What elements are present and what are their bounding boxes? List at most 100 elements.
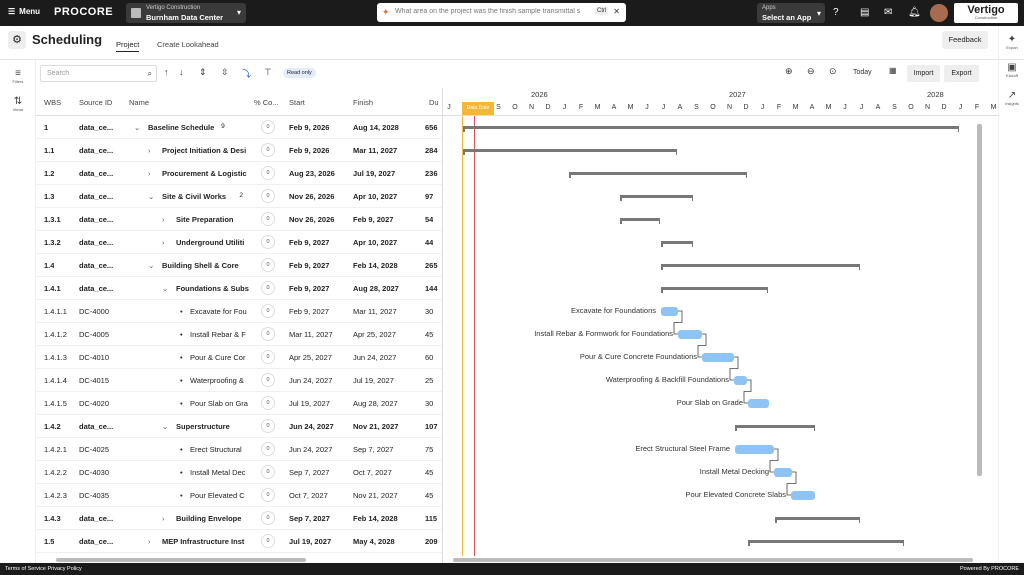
chevron-right-icon[interactable]: › (148, 169, 151, 178)
project-selector[interactable]: Vertigo Construction Burnham Data Center… (126, 3, 246, 23)
zoom-out-icon[interactable]: ⊖ (807, 66, 815, 77)
export-button[interactable]: Export (944, 65, 979, 82)
summary-bar[interactable] (569, 172, 747, 178)
col-source-id[interactable]: Source ID (79, 98, 112, 107)
task-bar[interactable] (661, 307, 678, 316)
gear-icon[interactable]: ⚙ (8, 31, 26, 49)
zoom-fit-icon[interactable]: ⊙ (829, 66, 837, 77)
dependencies-icon[interactable]: ⤵ (242, 67, 251, 80)
table-row[interactable]: 1.4.3 data_ce... › Building Envelope 0 Sep 7,… (36, 507, 442, 530)
task-bar[interactable] (735, 445, 774, 454)
chevron-right-icon[interactable]: › (162, 238, 165, 247)
table-row[interactable]: 1.5 data_ce... › MEP Infrastructure Inst 0 Ju… (36, 530, 442, 553)
col-wbs[interactable]: WBS (44, 98, 61, 107)
col-name[interactable]: Name (129, 98, 149, 107)
chevron-down-icon[interactable]: ⌄ (162, 422, 168, 431)
table-row[interactable]: 1.3.2 data_ce... › Underground Utiliti 0 Feb … (36, 231, 442, 254)
task-bar[interactable] (774, 468, 792, 477)
chevron-right-icon[interactable]: › (162, 215, 165, 224)
summary-bar[interactable] (735, 425, 815, 431)
table-row[interactable]: 1.4.1.5 DC-4020 • Pour Slab on Gra 0 Jul 19, … (36, 392, 442, 415)
table-row[interactable]: 1.2 data_ce... › Procurement & Logistic 0 Aug… (36, 162, 442, 185)
table-row[interactable]: 1.4.1.1 DC-4000 • Excavate for Fou 0 Feb 9, 2… (36, 300, 442, 323)
table-row[interactable]: 1.4.1.3 DC-4010 • Pour & Cure Cor 0 Apr 25, 2… (36, 346, 442, 369)
messages-icon[interactable]: ✉ (884, 7, 892, 18)
summary-bar[interactable] (748, 540, 904, 546)
task-bar[interactable] (678, 330, 702, 339)
task-bar[interactable] (748, 399, 769, 408)
summary-bar[interactable] (620, 218, 660, 224)
summary-bar[interactable] (463, 126, 959, 132)
today-button[interactable]: Today (853, 69, 872, 76)
col-start[interactable]: Start (289, 98, 305, 107)
arrow-up-icon[interactable]: ↑ (164, 67, 169, 77)
tab-project[interactable]: Project (116, 40, 140, 52)
chevron-down-icon[interactable]: ⌄ (148, 192, 154, 201)
tab-create-lookahead[interactable]: Create Lookahead (157, 40, 219, 49)
chevron-right-icon[interactable]: › (148, 146, 151, 155)
search-input[interactable]: Search ⌕ (40, 65, 157, 82)
vertical-scrollbar[interactable] (977, 124, 982, 476)
col-percent-complete[interactable]: % Co... (254, 98, 279, 107)
summary-bar[interactable] (620, 195, 693, 201)
summary-bar[interactable] (661, 287, 768, 293)
help-icon[interactable]: ? (833, 7, 839, 18)
global-search[interactable]: ✦ What area on the project was the finis… (377, 3, 626, 22)
table-row[interactable]: 1.4.2.3 DC-4035 • Pour Elevated C 0 Oct 7, 20… (36, 484, 442, 507)
task-bar[interactable] (791, 491, 815, 500)
kickoff-button[interactable]: ▣ Kickoff (1001, 62, 1023, 78)
arrow-down-icon[interactable]: ↓ (179, 67, 184, 77)
insights-button[interactable]: ↗ Insights (1001, 90, 1023, 106)
page-header: ⚙ Scheduling Project Create Lookahead Fe… (0, 26, 1024, 60)
chevron-right-icon[interactable]: › (162, 514, 165, 523)
table-row[interactable]: 1.4.2 data_ce... ⌄ Superstructure 0 Jun 24, 2… (36, 415, 442, 438)
procore-logo[interactable]: PROCORE (54, 6, 113, 18)
menu-button[interactable]: ☰ Menu (8, 7, 40, 16)
summary-bar[interactable] (661, 264, 860, 270)
chevron-down-icon[interactable]: ⌄ (148, 261, 154, 270)
table-row[interactable]: 1.4.2.2 DC-4030 • Install Metal Dec 0 Sep 7, … (36, 461, 442, 484)
views-button[interactable]: ⇅ Views (6, 96, 30, 112)
table-row[interactable]: 1.4.2.1 DC-4025 • Erect Structural 0 Jun 24, … (36, 438, 442, 461)
table-row[interactable]: 1.4.1.2 DC-4005 • Install Rebar & F 0 Mar 11,… (36, 323, 442, 346)
task-bar-label: Erect Structural Steel Frame (635, 444, 730, 453)
export-panel-button[interactable]: ✦ Export (1001, 34, 1023, 50)
filters-button[interactable]: ≡ Filters (6, 68, 30, 84)
summary-bar[interactable] (661, 241, 693, 247)
search-icon[interactable]: ⌕ (148, 69, 152, 79)
cell-start: Sep 7, 2027 (289, 514, 330, 523)
apps-selector[interactable]: Apps Select an App ▾ (757, 3, 825, 23)
collapse-icon[interactable]: ⇳ (221, 67, 229, 78)
table-row[interactable]: 1.1 data_ce... › Project Initiation & Desi 0… (36, 139, 442, 162)
critical-path-icon[interactable]: ⊤ (264, 67, 272, 78)
summary-bar[interactable] (463, 149, 677, 155)
chevron-down-icon[interactable]: ⌄ (162, 284, 168, 293)
col-finish[interactable]: Finish (353, 98, 373, 107)
expand-icon[interactable]: ⇕ (199, 67, 207, 78)
col-duration[interactable]: Du (429, 98, 439, 107)
table-row[interactable]: 1.4.1.4 DC-4015 • Waterproofing & 0 Jun 24, 2… (36, 369, 442, 392)
chevron-down-icon[interactable]: ⌄ (134, 123, 140, 132)
table-row[interactable]: 1.4.1 data_ce... ⌄ Foundations & Subs 0 Feb 9… (36, 277, 442, 300)
calendar-icon[interactable]: ▦ (889, 66, 897, 75)
avatar[interactable] (930, 4, 948, 22)
search-query[interactable]: What area on the project was the finish … (395, 8, 587, 15)
table-row[interactable]: 1.3.1 data_ce... › Site Preparation 0 Nov 26,… (36, 208, 442, 231)
table-row[interactable]: 1.4 data_ce... ⌄ Building Shell & Core 0 Feb … (36, 254, 442, 277)
table-row[interactable]: 1.3 data_ce... ⌄ Site & Civil Works 2 0 Nov 26… (36, 185, 442, 208)
chevron-right-icon[interactable]: › (148, 537, 151, 546)
task-bar[interactable] (702, 353, 734, 362)
bell-icon[interactable]: 🔔︎ (908, 7, 921, 18)
feedback-button[interactable]: Feedback (942, 31, 988, 49)
close-icon[interactable]: ✕ (613, 7, 620, 16)
footer-links[interactable]: Terms of Service Privacy Policy (5, 566, 82, 572)
grid-scrollbar[interactable] (56, 558, 306, 562)
chat-icon[interactable]: ▤ (860, 7, 869, 18)
table-row[interactable]: 1 data_ce... ⌄ Baseline Schedule 9 0 Feb 9, 20… (36, 116, 442, 139)
zoom-in-icon[interactable]: ⊕ (785, 66, 793, 77)
gantt-scrollbar[interactable] (453, 558, 973, 562)
cell-start: Feb 9, 2027 (289, 238, 330, 247)
import-button[interactable]: Import (907, 65, 940, 82)
summary-bar[interactable] (775, 517, 860, 523)
task-bar[interactable] (734, 376, 747, 385)
